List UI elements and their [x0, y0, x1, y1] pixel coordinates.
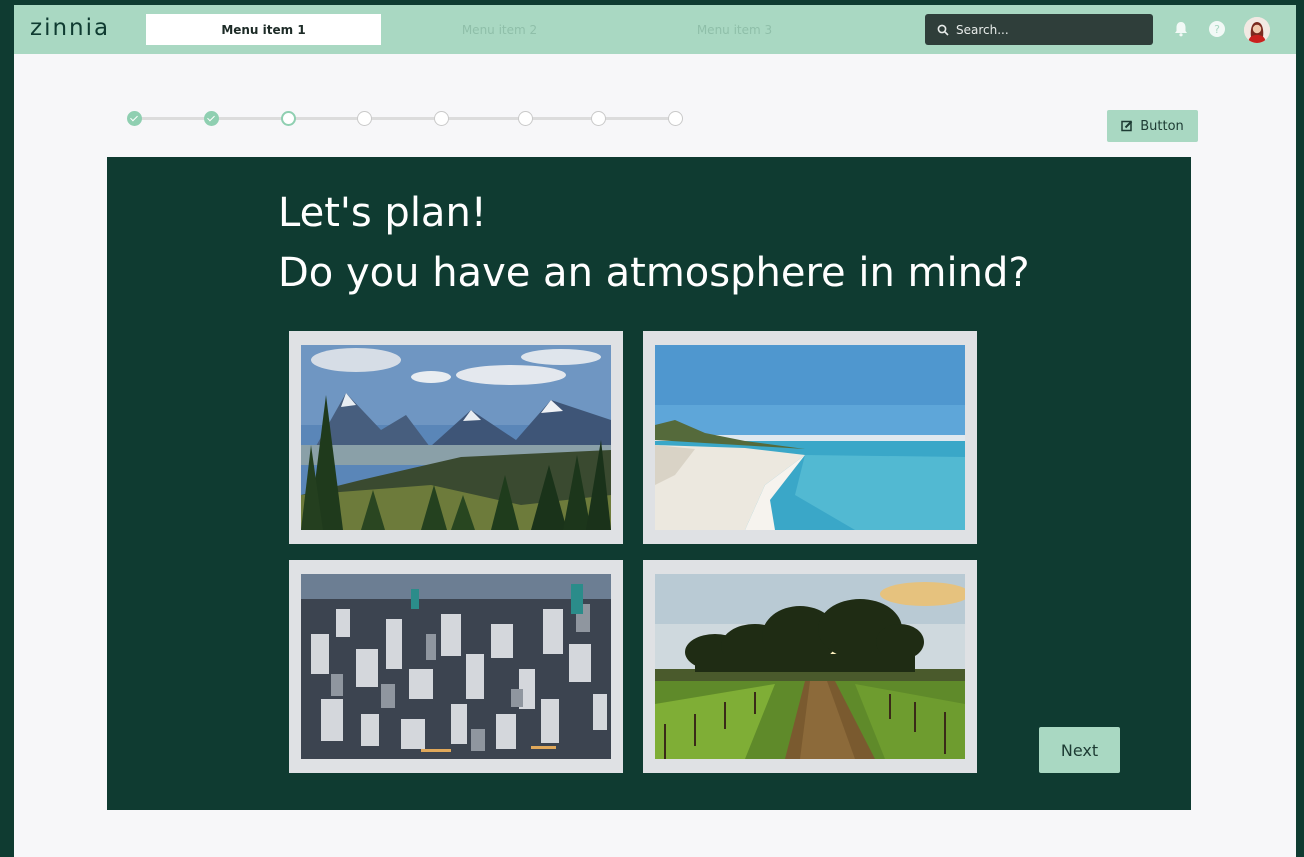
edit-icon [1121, 120, 1133, 132]
step-2-completed[interactable] [204, 111, 219, 126]
countryside-sunset-image [655, 574, 965, 759]
search-icon [937, 24, 949, 36]
step-1-completed[interactable] [127, 111, 142, 126]
panel-title: Let's plan! [278, 190, 487, 236]
step-5[interactable] [434, 111, 449, 126]
avatar[interactable] [1244, 17, 1270, 43]
step-4[interactable] [357, 111, 372, 126]
help-icon[interactable]: ? [1207, 19, 1227, 39]
nav-item-menu-2[interactable]: Menu item 2 [382, 14, 617, 45]
panel-question: Do you have an atmosphere in mind? [278, 250, 1030, 296]
bell-icon[interactable] [1171, 19, 1191, 39]
step-6[interactable] [518, 111, 533, 126]
logo: zinnia [30, 15, 111, 41]
step-3-current[interactable] [281, 111, 296, 126]
app-window: zinnia Menu item 1 Menu item 2 Menu item… [14, 5, 1296, 857]
option-card-beach[interactable] [643, 331, 977, 544]
city-aerial-image [301, 574, 611, 759]
option-card-mountains[interactable] [289, 331, 623, 544]
mountain-landscape-image [301, 345, 611, 530]
step-8[interactable] [668, 111, 683, 126]
progress-stepper [127, 111, 683, 127]
beach-image [655, 345, 965, 530]
atmosphere-panel: Let's plan! Do you have an atmosphere in… [107, 157, 1191, 810]
action-button[interactable]: Button [1107, 110, 1198, 142]
step-7[interactable] [591, 111, 606, 126]
nav-item-menu-3[interactable]: Menu item 3 [617, 14, 852, 45]
search-placeholder: Search... [956, 22, 1009, 37]
svg-text:?: ? [1214, 23, 1220, 36]
action-button-label: Button [1140, 118, 1184, 134]
next-button[interactable]: Next [1039, 727, 1120, 773]
search-input[interactable]: Search... [925, 14, 1153, 45]
option-card-city[interactable] [289, 560, 623, 773]
nav-item-menu-1[interactable]: Menu item 1 [146, 14, 381, 45]
option-card-countryside[interactable] [643, 560, 977, 773]
top-nav-bar: zinnia Menu item 1 Menu item 2 Menu item… [14, 5, 1296, 54]
user-photo [1244, 17, 1270, 43]
